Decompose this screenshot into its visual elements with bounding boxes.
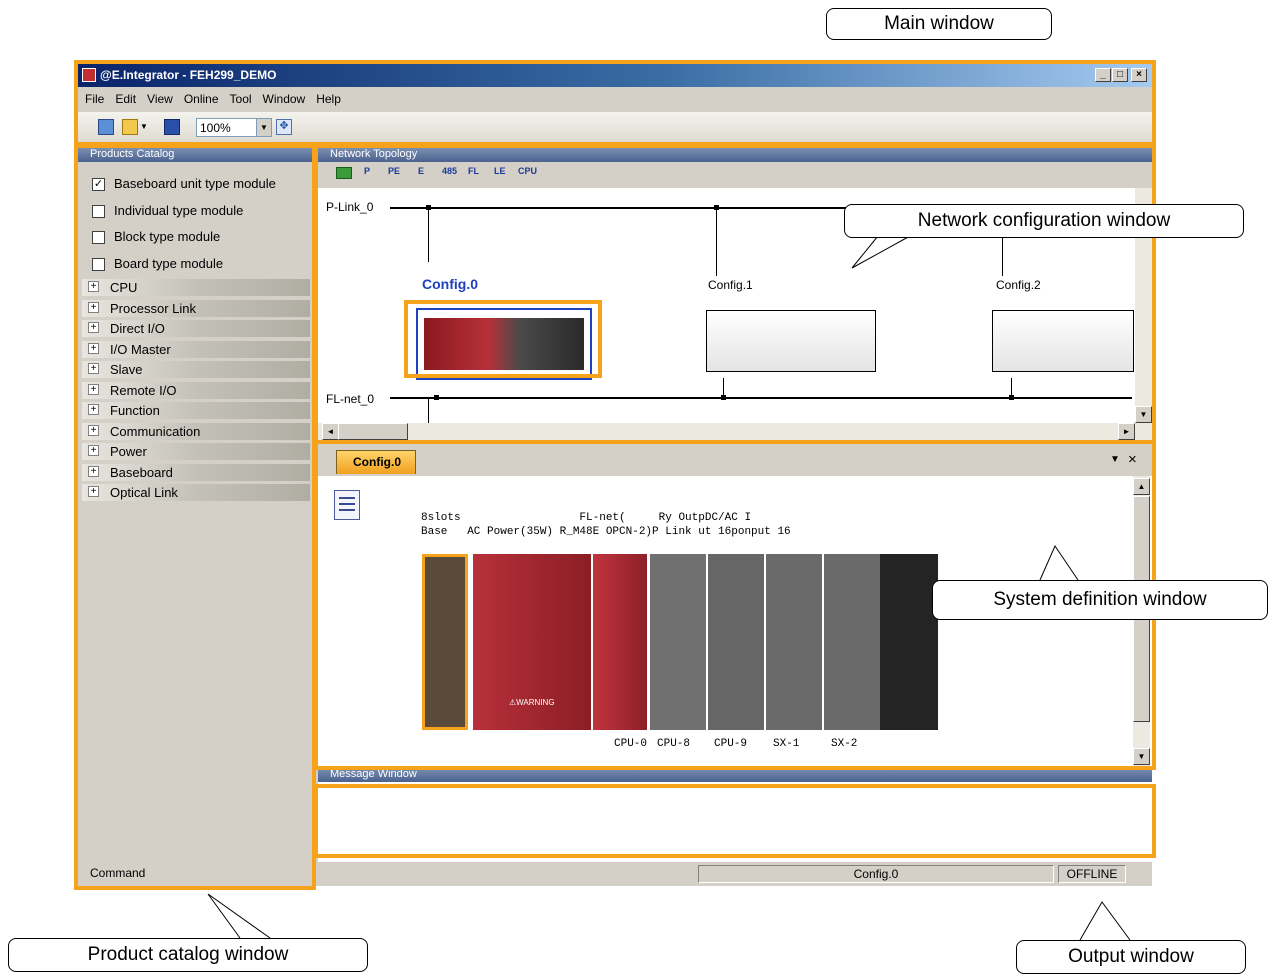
pointer-output <box>1079 901 1131 941</box>
callout-system-window: System definition window <box>932 580 1268 620</box>
pointer-network <box>851 235 911 269</box>
callout-pointers <box>207 235 1131 941</box>
callout-main-window: Main window <box>826 8 1052 40</box>
callout-output-window: Output window <box>1016 940 1246 974</box>
pointer-catalog <box>207 893 271 939</box>
callout-network-window: Network configuration window <box>844 204 1244 238</box>
callout-catalog-window: Product catalog window <box>8 938 368 972</box>
pointer-system <box>1039 544 1079 581</box>
